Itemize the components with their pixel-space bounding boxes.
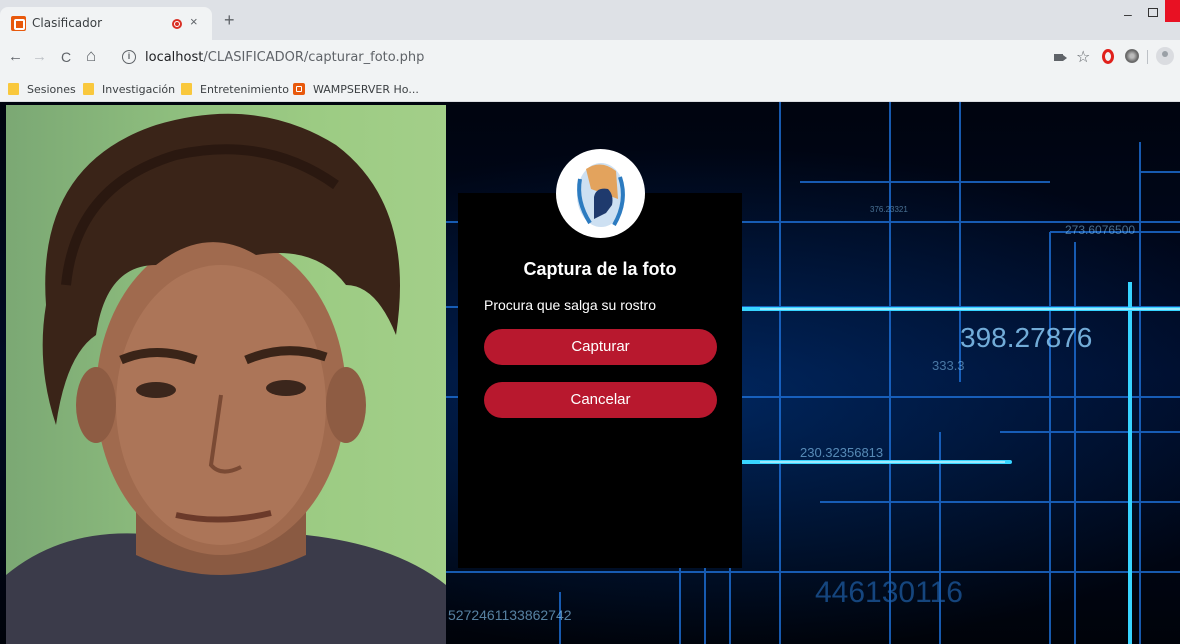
- profile-avatar-icon[interactable]: [1156, 47, 1174, 65]
- panel-hint: Procura que salga su rostro: [484, 297, 656, 313]
- window-restore-button[interactable]: [1148, 8, 1158, 17]
- cancel-button[interactable]: Cancelar: [484, 382, 717, 418]
- bookmark-sesiones[interactable]: Sesiones: [8, 81, 76, 97]
- bg-number: 376.23321: [870, 205, 908, 214]
- recording-indicator-icon: [172, 19, 182, 29]
- browser-tab[interactable]: Clasificador ×: [0, 7, 212, 40]
- folder-icon: [83, 83, 94, 95]
- folder-icon: [181, 83, 192, 95]
- bg-number: 446130116: [815, 576, 963, 609]
- bookmark-label: Sesiones: [27, 82, 76, 96]
- panel-title: Captura de la foto: [523, 259, 677, 279]
- home-button[interactable]: ⌂: [86, 46, 96, 66]
- tab-strip: Clasificador × + –: [0, 0, 1180, 40]
- opera-extension-icon[interactable]: [1102, 49, 1114, 64]
- capture-button[interactable]: Capturar: [484, 329, 717, 365]
- new-tab-button[interactable]: +: [224, 11, 235, 29]
- bg-number: 273.6076500: [1065, 223, 1135, 237]
- address-bar[interactable]: i localhost/CLASIFICADOR/capturar_foto.p…: [113, 44, 1068, 72]
- bookmark-label: WAMPSERVER Ho...: [313, 82, 419, 96]
- page-content: 398.27876 230.32356813 446130116 5272461…: [0, 102, 1180, 644]
- wampserver-icon: [293, 83, 305, 95]
- reload-button[interactable]: C: [61, 49, 71, 65]
- window-close-button[interactable]: [1165, 0, 1180, 22]
- address-url: localhost/CLASIFICADOR/capturar_foto.php: [145, 50, 424, 65]
- bookmark-label: Entretenimiento: [200, 82, 289, 96]
- folder-icon: [8, 83, 19, 95]
- site-info-icon[interactable]: i: [122, 50, 136, 64]
- url-host: localhost: [145, 50, 204, 65]
- window-minimize-button[interactable]: –: [1124, 6, 1132, 22]
- app-logo: [556, 149, 645, 238]
- bookmark-star-icon[interactable]: ☆: [1076, 47, 1090, 67]
- webcam-video: [6, 105, 446, 644]
- bookmarks-bar: Sesiones Investigación Entretenimiento W…: [0, 75, 1180, 102]
- tab-title: Clasificador: [32, 16, 103, 30]
- capture-panel: [458, 193, 742, 568]
- bg-number: 230.32356813: [800, 445, 883, 460]
- url-path: /CLASIFICADOR/capturar_foto.php: [203, 50, 425, 65]
- forward-button[interactable]: →: [32, 48, 47, 65]
- wampserver-favicon-icon: [11, 16, 26, 31]
- webcam-person-image: [6, 113, 446, 644]
- tab-close-icon[interactable]: ×: [190, 14, 198, 29]
- toolbar-separator: [1147, 50, 1148, 64]
- bg-number: 398.27876: [960, 322, 1092, 353]
- bookmark-wampserver[interactable]: WAMPSERVER Ho...: [293, 81, 419, 97]
- bookmark-label: Investigación: [102, 82, 176, 96]
- camera-in-use-icon[interactable]: [1054, 54, 1067, 61]
- bookmark-investigacion[interactable]: Investigación: [83, 81, 175, 97]
- logo-emblem-icon: [577, 163, 625, 227]
- bookmark-entretenimiento[interactable]: Entretenimiento: [181, 81, 289, 97]
- extension-icon[interactable]: [1125, 49, 1139, 63]
- bg-number: 5272461133862742: [448, 607, 572, 623]
- back-button[interactable]: ←: [8, 48, 23, 65]
- browser-toolbar: ← → C ⌂ i localhost/CLASIFICADOR/captura…: [0, 40, 1180, 75]
- bg-number: 333.3: [932, 358, 965, 373]
